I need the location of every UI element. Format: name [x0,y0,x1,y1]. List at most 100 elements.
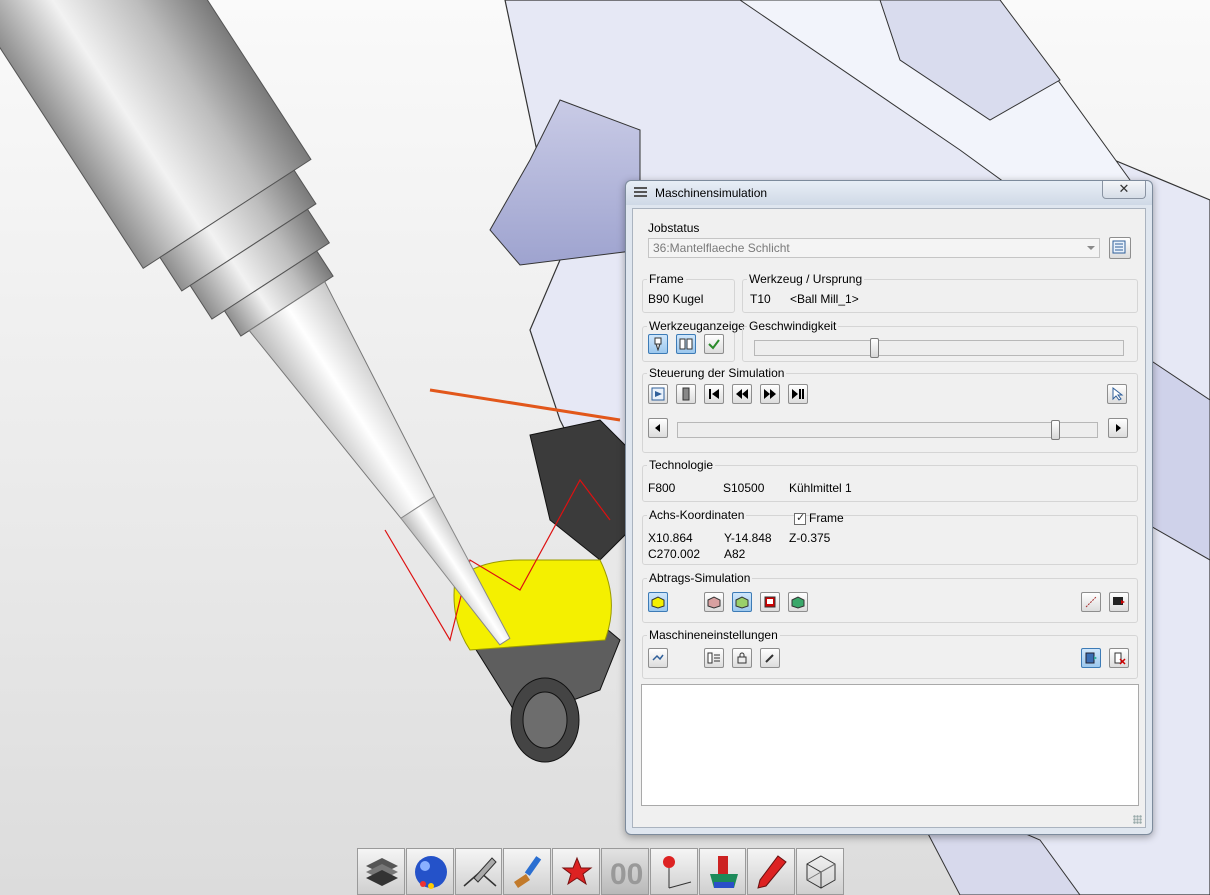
lock-icon [737,652,747,664]
machine-lock-button[interactable] [732,648,752,668]
axes-arrows-icon [652,654,664,661]
removal-compare-button[interactable] [788,592,808,612]
measure-button[interactable] [1081,592,1101,612]
y-coordinate: Y-14.848 [724,531,772,545]
cursor-icon [1112,387,1124,401]
digits-button[interactable]: 00 [600,848,649,895]
technology-group: Technologie F800 S10500 Kühlmittel 1 [642,458,1138,502]
skip-start-icon [709,389,719,399]
x-coordinate: X10.864 [648,531,693,545]
record-button[interactable] [648,384,668,404]
tool-holder-icon [654,337,662,351]
export-stock-button[interactable] [1109,592,1129,612]
star-icon [561,856,593,886]
go-to-start-button[interactable] [704,384,724,404]
play-pause-button[interactable] [788,384,808,404]
machine-list-icon [707,652,720,664]
sketch-button[interactable] [747,848,796,895]
machine-axes-button[interactable] [648,648,668,668]
dialog-title: Maschinensimulation [655,186,768,200]
holder-split-icon [679,338,693,350]
show-tool-button[interactable] [648,334,668,354]
tool-group: Werkzeug / Ursprung T10 <Ball Mill_1> [742,272,1138,313]
layers-button[interactable] [357,848,405,895]
play-pause-icon [792,389,804,399]
step-back-button[interactable] [732,384,752,404]
render-sphere-icon [414,856,447,889]
coolant-value: Kühlmittel 1 [789,481,852,495]
resize-grip[interactable] [1133,815,1142,824]
machine-list-button[interactable] [704,648,724,668]
job-settings-button[interactable] [1109,237,1131,259]
z-coordinate: Z-0.375 [789,531,831,545]
jobstatus-select[interactable]: 36:Mantelflaeche Schlicht [648,238,1100,258]
draft-button[interactable] [454,848,503,895]
speed-label: Geschwindigkeit [747,319,839,333]
tool-name: <Ball Mill_1> [790,292,859,306]
wrench-icon [765,654,774,663]
technology-label: Technologie [647,458,716,472]
tool-display-label: Werkzeuganzeige [647,319,747,333]
favorites-button[interactable] [552,848,600,895]
stock-icon [651,596,665,609]
stop-button[interactable] [676,384,696,404]
job-list-icon [1112,240,1126,254]
step-forward-button[interactable] [760,384,780,404]
simulation-control-label: Steuerung der Simulation [647,366,787,380]
tool-label: Werkzeug / Ursprung [747,272,865,286]
feed-value: F800 [648,481,676,495]
axis-coordinates-group: Achs-Koordinaten Frame X10.864 Y-14.848 … [642,508,1138,565]
arrow-right-icon [1116,424,1121,432]
removal-reset-button[interactable] [704,592,724,612]
bottom-toolbar: 00 [357,848,845,895]
close-button[interactable]: ✕ [1102,181,1146,199]
machine-view-button[interactable] [1081,648,1101,668]
slider-left-button[interactable] [648,418,668,438]
show-toolpath-button[interactable] [704,334,724,354]
paint-button[interactable] [503,848,552,895]
collision-check-icon [1114,652,1126,665]
machine-simulation-dialog: Maschinensimulation ✕ Jobstatus 36:Mante… [625,180,1153,835]
removal-shaded-button[interactable] [732,592,752,612]
machine-settings-label: Maschineneinstellungen [647,628,780,642]
speed-slider[interactable] [754,338,1124,358]
axis-pin-icon [662,856,691,889]
chevron-down-icon [1087,246,1095,250]
rewind-icon [736,389,748,399]
simulation-output-area[interactable] [641,684,1139,806]
digits-icon: 00 [610,858,643,891]
svg-text:00: 00 [610,858,643,891]
shaded-block-icon [735,596,749,609]
brush-icon [514,856,542,888]
fast-forward-icon [764,389,776,399]
dialog-titlebar[interactable]: Maschinensimulation ✕ [626,181,1152,205]
toolpath-check-icon [708,339,720,350]
list-icon [634,187,647,199]
c-coordinate: C270.002 [648,547,701,561]
layers-icon [366,858,398,886]
fill-button[interactable] [698,848,747,895]
slider-right-button[interactable] [1108,418,1128,438]
measure-icon [1085,596,1097,608]
arrow-left-icon [655,424,660,432]
frame-checkbox-label: Frame [809,511,844,525]
jobstatus-label: Jobstatus [648,221,700,235]
frame-label: Frame [647,272,686,286]
render-button[interactable] [405,848,454,895]
machine-collision-button[interactable] [1109,648,1129,668]
removal-collision-button[interactable] [760,592,780,612]
cursor-button[interactable] [1107,384,1127,404]
speed-slider-thumb[interactable] [870,338,879,358]
axis-button[interactable] [649,848,698,895]
tool-number: T10 [750,292,771,306]
axis-coordinates-label: Achs-Koordinaten [647,508,747,522]
frame-checkbox[interactable] [794,511,806,525]
export-icon [651,387,665,401]
simulation-progress-slider[interactable] [677,420,1098,440]
wireframe-button[interactable] [796,848,844,895]
simulation-progress-thumb[interactable] [1051,420,1060,440]
show-holder-button[interactable] [676,334,696,354]
machine-tool-button[interactable] [760,648,780,668]
monitor-arrow-icon [1113,597,1125,605]
removal-enable-button[interactable] [648,592,668,612]
